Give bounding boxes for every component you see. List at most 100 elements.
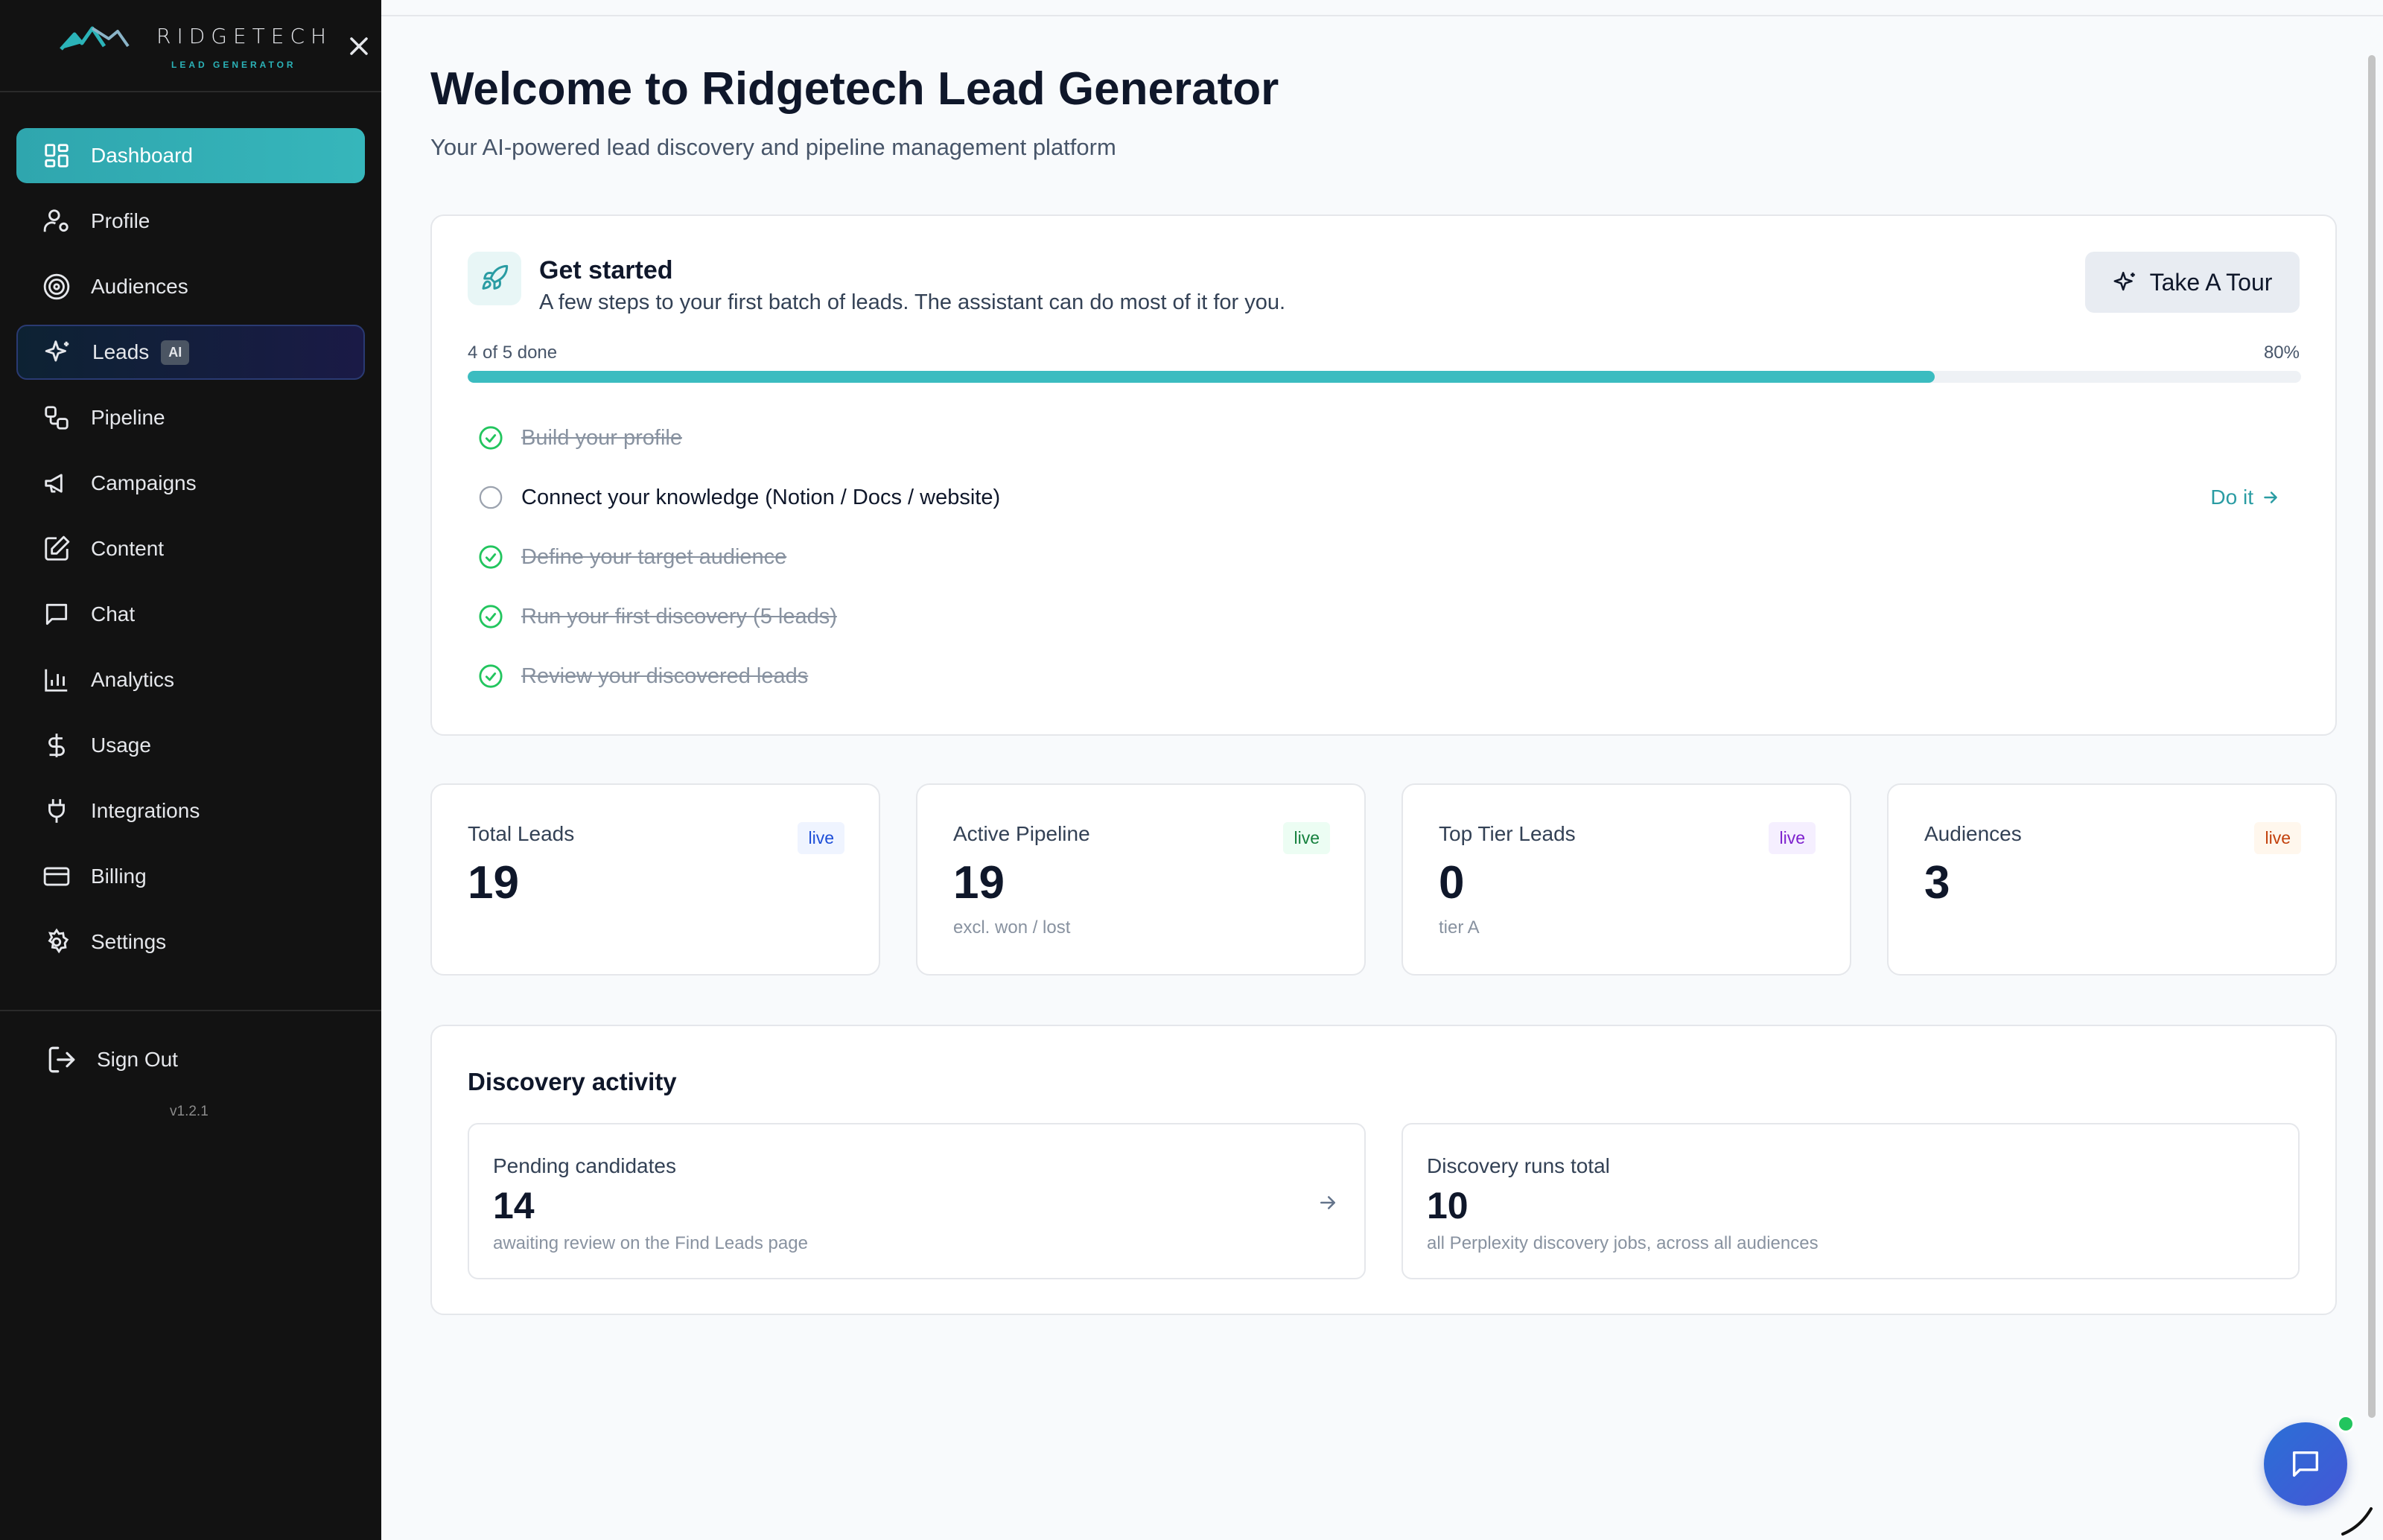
- pending-candidates-card[interactable]: Pending candidates 14 awaiting review on…: [468, 1123, 1366, 1279]
- stat-label: Active Pipeline: [953, 822, 1090, 845]
- sidebar-item-integrations[interactable]: Integrations: [16, 783, 365, 839]
- sidebar-nav: Dashboard Profile Audiences Leads AI Pip…: [16, 128, 365, 980]
- online-status-dot: [2337, 1415, 2355, 1433]
- discovery-value: 14: [493, 1185, 535, 1226]
- sparkles-icon: [43, 337, 73, 367]
- sidebar-item-label: Usage: [91, 734, 151, 757]
- brand-header: RIDGETECH LEAD GENERATOR: [0, 0, 381, 92]
- rocket-icon: [468, 252, 521, 305]
- stat-label: Total Leads: [468, 822, 575, 845]
- sidebar-item-analytics[interactable]: Analytics: [16, 652, 365, 707]
- sidebar-item-billing[interactable]: Billing: [16, 849, 365, 904]
- sidebar-item-label: Chat: [91, 602, 136, 626]
- bar-chart-icon: [42, 665, 71, 695]
- arrow-right-icon: [2264, 491, 2277, 503]
- discovery-sub: all Perplexity discovery jobs, across al…: [1427, 1233, 1819, 1253]
- arrow-right-icon: [1320, 1196, 1335, 1209]
- do-it-label: Do it: [2210, 486, 2253, 509]
- sidebar-item-content[interactable]: Content: [16, 521, 365, 576]
- brand-name: RIDGETECH: [156, 24, 333, 48]
- sidebar-item-leads[interactable]: Leads AI: [16, 325, 365, 380]
- step-run-discovery: Run your first discovery (5 leads): [478, 587, 2280, 646]
- plug-icon: [42, 796, 71, 826]
- sidebar-item-usage[interactable]: Usage: [16, 718, 365, 773]
- sidebar-item-chat[interactable]: Chat: [16, 587, 365, 642]
- progress-percent: 80%: [2263, 343, 2300, 363]
- app-version: v1.2.1: [170, 1104, 209, 1119]
- step-label: Run your first discovery (5 leads): [521, 604, 837, 629]
- get-started-description: A few steps to your first batch of leads…: [539, 290, 1286, 314]
- chat-bubble-icon: [2292, 1451, 2319, 1477]
- check-circle-icon: [479, 426, 503, 450]
- credit-card-icon: [42, 862, 71, 891]
- sidebar-item-label: Profile: [91, 209, 150, 232]
- discovery-label: Discovery runs total: [1427, 1154, 1610, 1177]
- progress-bar-fill: [468, 371, 1935, 383]
- stat-value: 19: [468, 857, 519, 909]
- progress-label: 4 of 5 done: [468, 343, 558, 363]
- step-label: Define your target audience: [521, 544, 787, 569]
- live-badge: live: [1769, 822, 1816, 854]
- stat-card-total-leads: Total Leads 19 live: [430, 783, 880, 976]
- stat-value: 19: [953, 857, 1005, 909]
- gear-icon: [42, 927, 71, 957]
- sidebar-item-label: Analytics: [91, 668, 175, 691]
- stat-label: Top Tier Leads: [1439, 822, 1576, 845]
- do-it-link[interactable]: Do it: [2210, 486, 2280, 509]
- sidebar-item-label: Audiences: [91, 275, 188, 298]
- get-started-title: Get started: [539, 256, 673, 284]
- dollar-icon: [42, 731, 71, 760]
- sidebar-item-profile[interactable]: Profile: [16, 194, 365, 249]
- check-circle-icon: [479, 605, 503, 629]
- stat-sub: tier A: [1439, 917, 1480, 938]
- discovery-value: 10: [1427, 1185, 1469, 1226]
- stat-card-top-tier-leads: Top Tier Leads 0 tier A live: [1402, 783, 1851, 976]
- sidebar-item-label: Campaigns: [91, 471, 197, 494]
- stat-card-audiences: Audiences 3 live: [1887, 783, 2337, 976]
- sign-out-button[interactable]: Sign Out: [46, 1044, 178, 1075]
- scrollbar[interactable]: [2368, 55, 2376, 1418]
- step-label: Connect your knowledge (Notion / Docs / …: [521, 485, 1001, 509]
- take-a-tour-button[interactable]: Take A Tour: [2085, 252, 2300, 313]
- sidebar-item-settings[interactable]: Settings: [16, 914, 365, 970]
- step-label: Review your discovered leads: [521, 664, 809, 688]
- empty-circle-icon: [479, 486, 503, 509]
- discovery-label: Pending candidates: [493, 1154, 676, 1177]
- mountain-logo-icon: [60, 26, 130, 51]
- sidebar-item-campaigns[interactable]: Campaigns: [16, 456, 365, 511]
- chat-launcher-button[interactable]: [2264, 1422, 2347, 1506]
- page-subtitle: Your AI-powered lead discovery and pipel…: [430, 134, 1116, 160]
- brand-tagline: LEAD GENERATOR: [171, 60, 296, 70]
- discovery-title: Discovery activity: [468, 1068, 677, 1095]
- resize-handle-icon: [2341, 1507, 2373, 1536]
- live-badge: live: [798, 822, 844, 854]
- sidebar-item-audiences[interactable]: Audiences: [16, 259, 365, 314]
- sidebar-item-label: Dashboard: [91, 144, 193, 167]
- megaphone-icon: [42, 468, 71, 498]
- check-circle-icon: [479, 664, 503, 688]
- sidebar-item-pipeline[interactable]: Pipeline: [16, 390, 365, 445]
- onboarding-steps: Build your profile Connect your knowledg…: [478, 408, 2280, 706]
- sign-out-label: Sign Out: [97, 1048, 178, 1071]
- sidebar-item-label: Billing: [91, 865, 147, 888]
- check-circle-icon: [479, 545, 503, 569]
- live-badge: live: [1283, 822, 1330, 854]
- dashboard-grid-icon: [42, 141, 71, 171]
- take-a-tour-label: Take A Tour: [2149, 268, 2273, 296]
- sidebar-item-dashboard[interactable]: Dashboard: [16, 128, 365, 183]
- stat-sub: excl. won / lost: [953, 917, 1071, 938]
- logout-icon: [48, 1046, 75, 1073]
- ai-badge: AI: [161, 340, 190, 365]
- step-connect-knowledge: Connect your knowledge (Notion / Docs / …: [478, 468, 2280, 527]
- header-divider: [381, 15, 2383, 16]
- sidebar-item-label: Content: [91, 537, 165, 560]
- sidebar-item-label: Integrations: [91, 799, 200, 822]
- step-label: Build your profile: [521, 425, 682, 450]
- sidebar: RIDGETECH LEAD GENERATOR Dashboard Profi…: [0, 0, 381, 1540]
- discovery-activity-card: Discovery activity Pending candidates 14…: [430, 1025, 2337, 1315]
- get-started-card: Get started A few steps to your first ba…: [430, 214, 2337, 736]
- close-icon[interactable]: [344, 31, 374, 61]
- stat-value: 0: [1439, 857, 1465, 909]
- step-build-profile: Build your profile: [478, 408, 2280, 468]
- discovery-sub: awaiting review on the Find Leads page: [493, 1233, 808, 1253]
